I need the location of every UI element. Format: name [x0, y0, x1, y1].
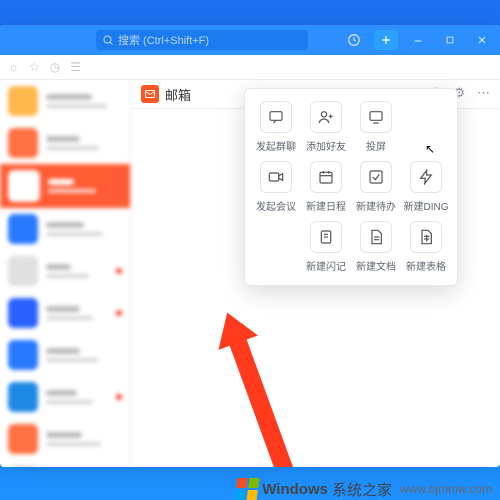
popup-item[interactable]: 新建文档: [351, 221, 401, 273]
search-box[interactable]: 搜索 (Ctrl+Shift+F): [96, 30, 308, 50]
meeting-icon: [260, 161, 292, 193]
todo-icon: [360, 161, 392, 193]
main-pane: 邮箱 ＋ ⇪ ⚙ ⋯ 发起群聊添加好友投屏发起会议新建日程新建待办新建DING新…: [131, 80, 500, 467]
conversation-sidebar: [0, 80, 131, 467]
maximize-button[interactable]: [438, 30, 462, 50]
titlebar-actions: [342, 30, 494, 50]
list-item[interactable]: [0, 460, 130, 467]
popup-item-label: 新建日程: [306, 198, 346, 213]
annotation-arrow: [226, 330, 318, 467]
popup-item-label: 新建待办: [356, 198, 396, 213]
popup-item[interactable]: 新建待办: [351, 161, 401, 213]
search-icon: [102, 34, 114, 46]
popup-item-label: 新建DING: [404, 198, 449, 213]
list-item[interactable]: [0, 122, 130, 164]
popup-item-label: 新建表格: [406, 258, 446, 273]
menu-icon[interactable]: ☰: [70, 60, 81, 74]
popup-item[interactable]: 发起群聊: [251, 101, 301, 153]
add-button[interactable]: [374, 30, 398, 50]
list-item[interactable]: [0, 80, 130, 122]
popup-item-label: 投屏: [366, 138, 386, 153]
list-item[interactable]: [0, 292, 130, 334]
list-item[interactable]: [0, 208, 130, 250]
app-window: 搜索 (Ctrl+Shift+F): [0, 25, 500, 467]
search-placeholder: 搜索 (Ctrl+Shift+F): [118, 32, 209, 48]
watermark-url: www.bjmmw.com: [400, 482, 492, 496]
titlebar: 搜索 (Ctrl+Shift+F): [0, 25, 500, 55]
watermark-suffix: 系统之家: [332, 479, 392, 500]
popup-item[interactable]: 添加好友: [301, 101, 351, 153]
list-item[interactable]: [0, 418, 130, 460]
popup-item[interactable]: 投屏: [351, 101, 401, 153]
history-icon[interactable]: [342, 30, 366, 50]
popup-item[interactable]: 发起会议: [251, 161, 301, 213]
list-item[interactable]: [0, 376, 130, 418]
popup-item[interactable]: 新建DING: [401, 161, 451, 213]
watermark-brand: Windows: [262, 481, 328, 498]
popup-item[interactable]: 新建闪记: [301, 221, 351, 273]
clock-icon[interactable]: ◷: [50, 60, 60, 74]
popup-item-label: 新建文档: [356, 258, 396, 273]
close-button[interactable]: [470, 30, 494, 50]
list-item[interactable]: [0, 250, 130, 292]
popup-item-label: 添加好友: [306, 138, 346, 153]
popup-item[interactable]: 新建日程: [301, 161, 351, 213]
list-item[interactable]: [0, 334, 130, 376]
add-friend-icon: [310, 101, 342, 133]
cast-icon: [360, 101, 392, 133]
desktop: 搜索 (Ctrl+Shift+F): [0, 0, 500, 500]
note-icon: [310, 221, 342, 253]
popup-item-label: 新建闪记: [306, 258, 346, 273]
chat-icon: [260, 101, 292, 133]
app-body: 邮箱 ＋ ⇪ ⚙ ⋯ 发起群聊添加好友投屏发起会议新建日程新建待办新建DING新…: [0, 80, 500, 467]
popup-item[interactable]: 新建表格: [401, 221, 451, 273]
watermark: Windows 系统之家 www.bjmmw.com: [236, 478, 492, 500]
star-icon[interactable]: ☆: [29, 60, 40, 74]
page-title: 邮箱: [165, 85, 191, 104]
ding-icon: [410, 161, 442, 193]
sun-icon[interactable]: ☼: [8, 60, 19, 74]
more-icon[interactable]: ⋯: [477, 85, 490, 104]
sheet-icon: [410, 221, 442, 253]
calendar-icon: [310, 161, 342, 193]
popup-item-label: 发起会议: [256, 198, 296, 213]
windows-logo-icon: [235, 478, 260, 500]
list-item-selected[interactable]: [0, 164, 130, 208]
popup-item-label: 发起群聊: [256, 138, 296, 153]
doc-icon: [360, 221, 392, 253]
toolbar: ☼ ☆ ◷ ☰: [0, 55, 500, 80]
minimize-button[interactable]: [406, 30, 430, 50]
mail-icon: [141, 85, 159, 103]
create-popup: 发起群聊添加好友 投屏发起会议新建日程新建待办新建DING 新建闪记新建文档新建表格…: [244, 88, 458, 286]
